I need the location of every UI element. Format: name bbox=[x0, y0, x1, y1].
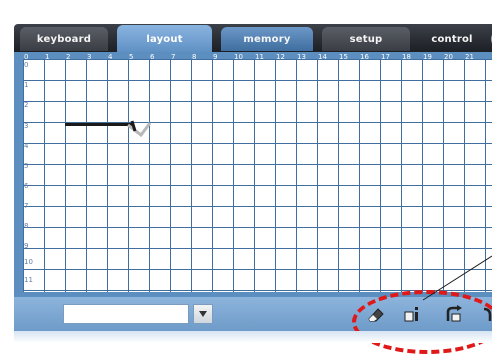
grid-connection-line[interactable] bbox=[65, 123, 132, 126]
column-label: 16 bbox=[360, 53, 369, 61]
layout-grid[interactable] bbox=[23, 59, 492, 292]
row-label: 8 bbox=[24, 222, 29, 230]
column-label: 2 bbox=[66, 53, 71, 61]
connection-arrow-icon[interactable] bbox=[126, 117, 156, 139]
column-label: 1 bbox=[45, 53, 50, 61]
select-value[interactable] bbox=[63, 304, 189, 324]
row-label: 10 bbox=[24, 258, 33, 266]
layout-select[interactable] bbox=[63, 304, 215, 324]
tab-keyboard[interactable]: keyboard bbox=[20, 27, 108, 51]
tab-memory[interactable]: memory bbox=[221, 27, 313, 51]
chevron-down-icon[interactable] bbox=[193, 304, 213, 324]
column-label: 17 bbox=[381, 53, 390, 61]
column-label: 0 bbox=[24, 53, 29, 61]
column-label: 10 bbox=[234, 53, 243, 61]
tab-control[interactable]: control bbox=[419, 27, 485, 51]
highlight-ellipse bbox=[352, 290, 492, 354]
row-label: 5 bbox=[24, 162, 29, 170]
column-label: 3 bbox=[87, 53, 92, 61]
row-label: 9 bbox=[24, 242, 29, 250]
column-label: 11 bbox=[255, 53, 264, 61]
column-label: 20 bbox=[444, 53, 453, 61]
row-label: 0 bbox=[24, 61, 29, 69]
tab-bar: keyboard layout memory setup control bbox=[14, 24, 492, 53]
column-label: 14 bbox=[318, 53, 327, 61]
row-label: 4 bbox=[24, 142, 29, 150]
column-label: 21 bbox=[465, 53, 474, 61]
column-label: 13 bbox=[297, 53, 306, 61]
column-label: 4 bbox=[108, 53, 113, 61]
row-label: 6 bbox=[24, 182, 29, 190]
column-label: 12 bbox=[276, 53, 285, 61]
column-label: 9 bbox=[213, 53, 218, 61]
column-label: 18 bbox=[402, 53, 411, 61]
row-label: 1 bbox=[24, 81, 29, 89]
row-label: 11 bbox=[24, 276, 33, 284]
status-strip bbox=[14, 331, 492, 343]
column-label: 19 bbox=[423, 53, 432, 61]
tab-setup[interactable]: setup bbox=[322, 27, 410, 51]
column-label: 15 bbox=[339, 53, 348, 61]
row-label: 3 bbox=[24, 122, 29, 130]
column-label: 5 bbox=[129, 53, 134, 61]
row-label: 7 bbox=[24, 202, 29, 210]
column-label: 6 bbox=[150, 53, 155, 61]
column-label: 7 bbox=[171, 53, 176, 61]
row-label: 2 bbox=[24, 101, 29, 109]
column-label: 8 bbox=[192, 53, 197, 61]
tab-layout[interactable]: layout bbox=[117, 25, 212, 53]
